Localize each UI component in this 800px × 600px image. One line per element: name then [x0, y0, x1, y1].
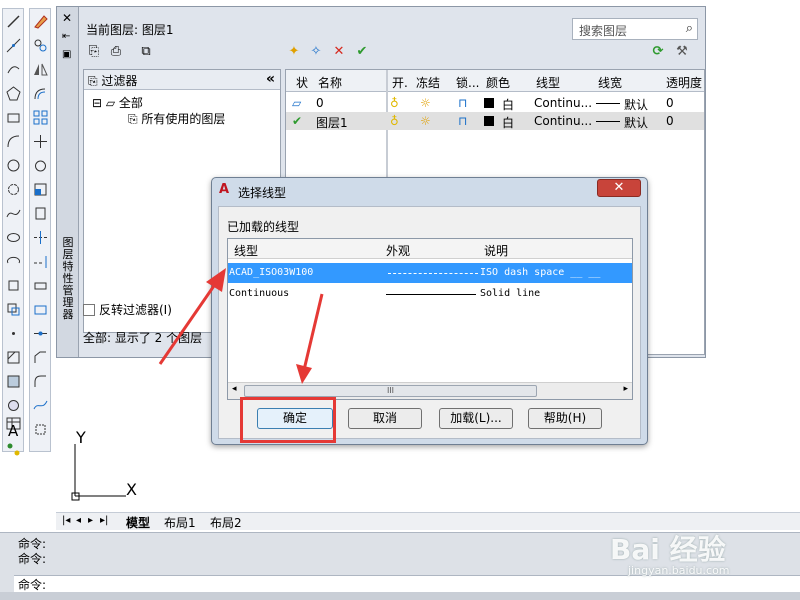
tab-model[interactable]: 模型	[126, 514, 150, 531]
command-input[interactable]: 命令:	[14, 575, 800, 592]
tab-layout1[interactable]: 布局1	[164, 514, 196, 531]
command-prompt: 命令:	[18, 578, 47, 592]
tab-layout2[interactable]: 布局2	[210, 514, 242, 531]
first-tab-icon[interactable]: |◂	[62, 515, 70, 526]
watermark-url: jingyan.baidu.com	[628, 564, 730, 577]
prev-tab-icon[interactable]: ◂	[76, 515, 81, 526]
last-tab-icon[interactable]: ▸|	[100, 515, 108, 526]
watermark-logo: Bai 经验	[610, 533, 726, 566]
next-tab-icon[interactable]: ▸	[88, 515, 93, 526]
command-history-line: 命令:	[18, 552, 47, 566]
annotation-arrows	[158, 268, 324, 384]
status-bar	[0, 592, 800, 600]
